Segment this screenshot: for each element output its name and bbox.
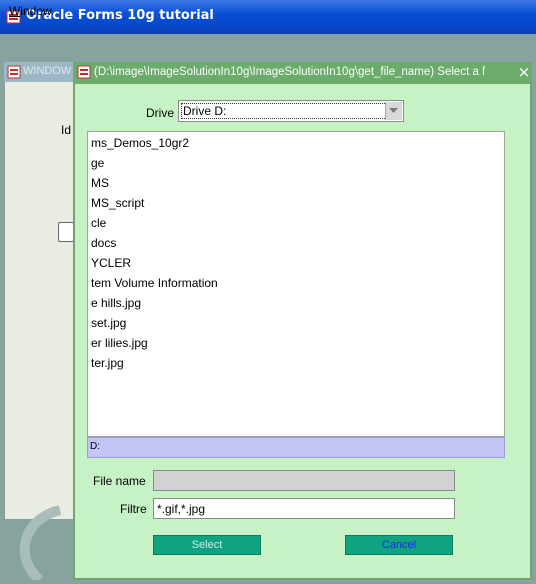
list-item[interactable]: ms_Demos_10gr2 [91, 136, 189, 150]
window-icon [7, 65, 21, 79]
background-decoration [19, 505, 62, 580]
filter-field[interactable]: *.gif,*.jpg [153, 498, 455, 519]
id-label: Id [61, 123, 72, 137]
list-item[interactable]: e hills.jpg [91, 296, 141, 310]
background-window-title: WINDOW [23, 65, 72, 77]
drive-label: Drive [146, 106, 175, 120]
file-name-label: File name [93, 474, 146, 488]
window-icon [77, 65, 91, 79]
current-path-text: D: [90, 441, 100, 452]
menu-window-mnemonic: W [9, 4, 21, 18]
list-item[interactable]: er lilies.jpg [91, 336, 148, 350]
list-item[interactable]: MS [91, 176, 109, 190]
list-item[interactable]: tem Volume Information [91, 276, 218, 290]
file-list[interactable]: ms_Demos_10gr2ge MS MS_scriptcle docs YCLER t… [87, 131, 505, 437]
drive-value: Drive D: [183, 104, 227, 118]
list-item[interactable]: YCLER [91, 256, 131, 270]
current-path: D: [87, 437, 505, 458]
close-icon[interactable]: × [517, 64, 531, 80]
list-item[interactable]: docs [91, 236, 116, 250]
menu-window-label: indow [20, 4, 52, 18]
cancel-button[interactable]: Cancel [345, 535, 453, 555]
file-name-field[interactable] [153, 470, 455, 491]
list-item[interactable]: set.jpg [91, 316, 126, 330]
list-item[interactable]: ter.jpg [91, 356, 124, 370]
select-button[interactable]: Select [153, 535, 261, 555]
dialog-title: (D:\image\ImageSolutionIn10g\ImageSoluti… [94, 66, 486, 78]
list-item[interactable]: ge [91, 156, 104, 170]
drive-dropdown-button[interactable] [385, 102, 402, 120]
list-item[interactable]: MS_script [91, 196, 144, 210]
filter-label: Filtre [120, 502, 147, 516]
drive-select[interactable]: Drive D: [178, 100, 404, 122]
menu-bar [0, 34, 536, 58]
menu-window[interactable]: Window [9, 4, 52, 18]
app-title: Oracle Forms 10g tutorial [26, 8, 214, 23]
chevron-down-icon [389, 108, 398, 113]
background-text-field[interactable] [58, 222, 74, 242]
list-item[interactable]: cle [91, 216, 106, 230]
